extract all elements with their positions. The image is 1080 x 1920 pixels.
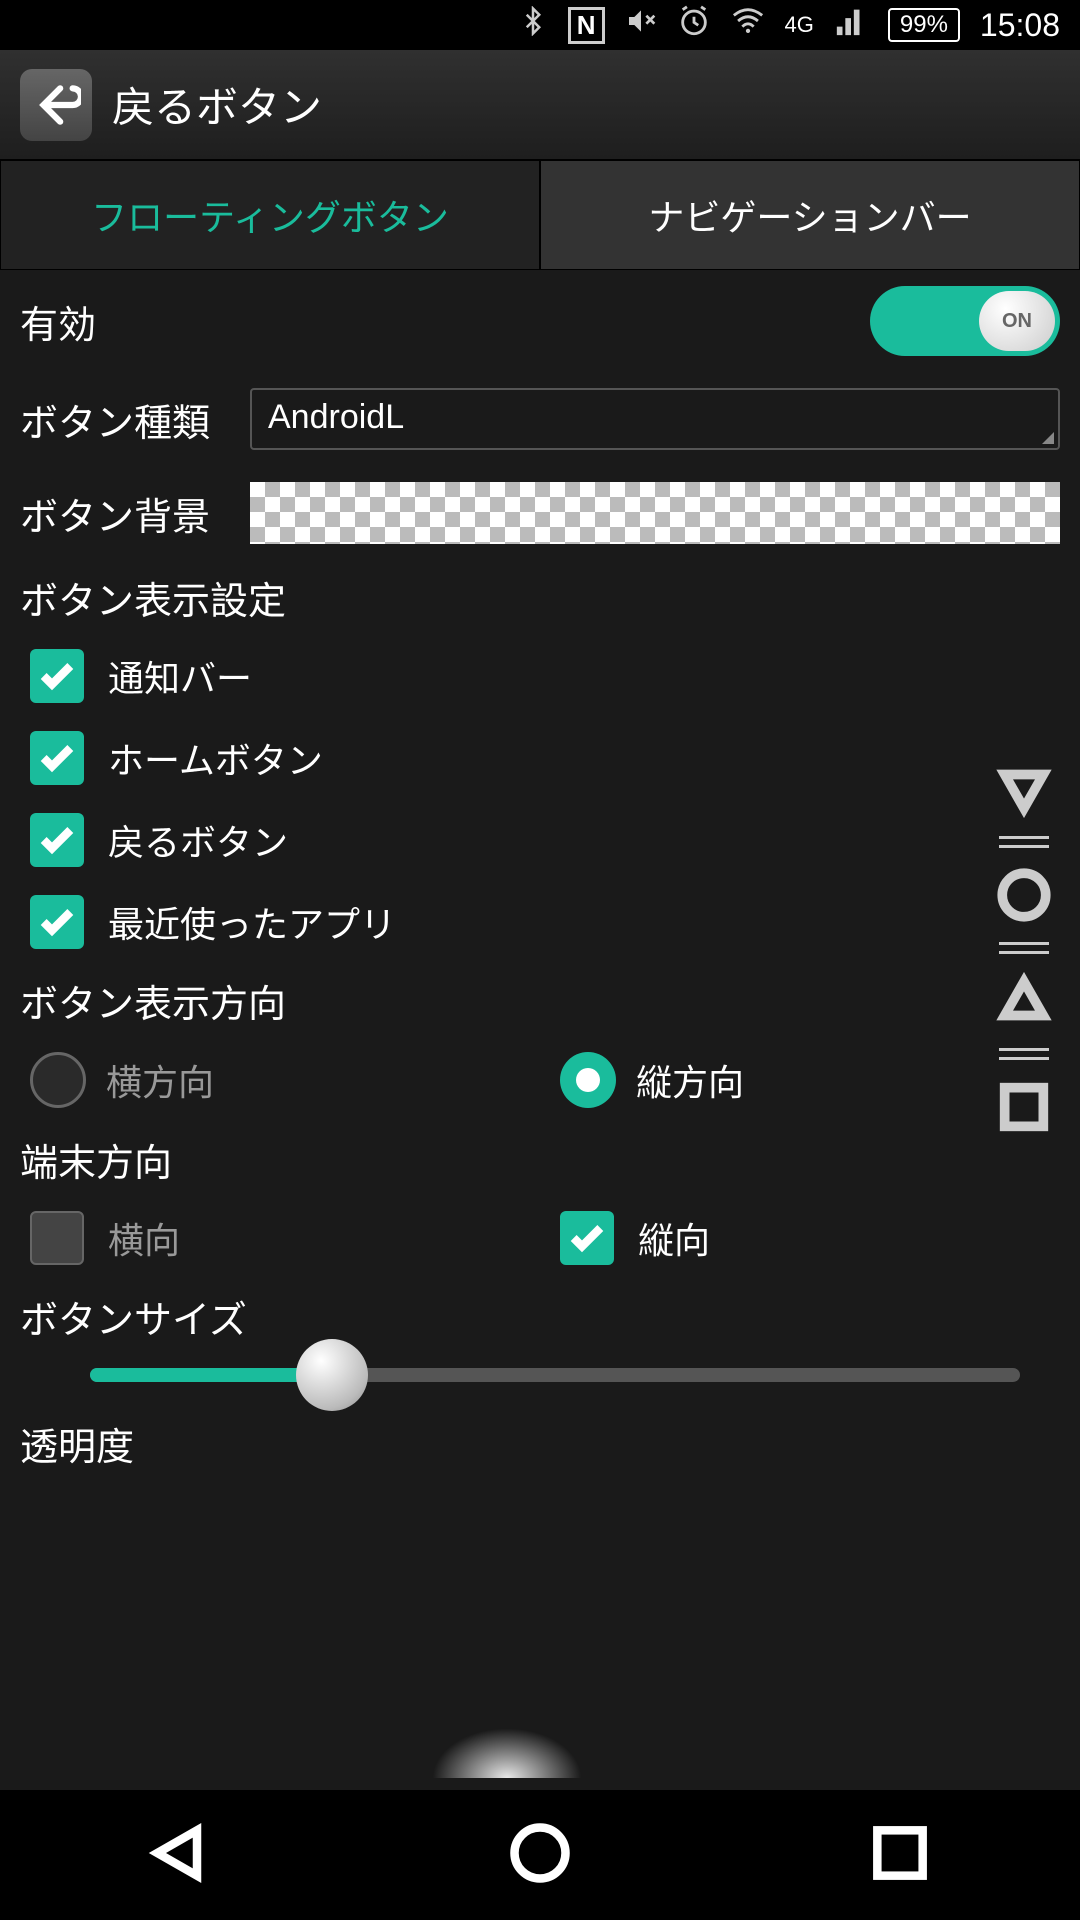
- slider-thumb-peek: [432, 1728, 582, 1778]
- device-dir-row: 横向 縦向: [0, 1197, 1080, 1279]
- checkbox-device-v[interactable]: [560, 1211, 614, 1265]
- slider-thumb[interactable]: [296, 1339, 368, 1411]
- nfc-icon: N: [568, 7, 605, 44]
- row-enabled: 有効 ON: [0, 270, 1080, 372]
- header-bar: 戻るボタン: [0, 50, 1080, 160]
- row-button-background: ボタン背景: [0, 466, 1080, 560]
- row-button-type: ボタン種類 AndroidL: [0, 372, 1080, 466]
- settings-content: 有効 ON ボタン種類 AndroidL ボタン背景 ボタン表示設定 通知バー …: [0, 270, 1080, 1481]
- toggle-knob: ON: [979, 291, 1055, 351]
- vertical-label: 縦方向: [636, 1054, 744, 1106]
- system-back-button[interactable]: [146, 1819, 214, 1892]
- radio-horizontal[interactable]: 横方向: [30, 1052, 520, 1108]
- system-home-button[interactable]: [506, 1819, 574, 1892]
- enabled-toggle[interactable]: ON: [870, 286, 1060, 356]
- floating-recent-square-icon[interactable]: [995, 1078, 1053, 1136]
- divider-icon: [999, 836, 1049, 848]
- size-label: ボタンサイズ: [0, 1279, 1080, 1354]
- tab-floating-button[interactable]: フローティングボタン: [0, 160, 540, 270]
- checkbox-device-h[interactable]: [30, 1211, 84, 1265]
- tabs: フローティングボタン ナビゲーションバー: [0, 160, 1080, 270]
- enabled-label: 有効: [20, 294, 870, 349]
- status-bar: N 4G 99% 15:08: [0, 0, 1080, 50]
- back-button[interactable]: [20, 69, 92, 141]
- home-label: ホームボタン: [108, 732, 323, 784]
- device-dir-label: 端末方向: [0, 1122, 1080, 1197]
- button-bg-label: ボタン背景: [20, 486, 250, 541]
- divider-icon: [999, 1048, 1049, 1060]
- check-row-notify[interactable]: 通知バー: [0, 635, 1080, 717]
- floating-nav-buttons[interactable]: [984, 760, 1064, 1136]
- alarm-icon: [677, 4, 711, 46]
- network-label: 4G: [785, 12, 814, 38]
- home-circle-icon: [506, 1819, 574, 1887]
- notify-label: 通知バー: [108, 650, 252, 702]
- transparency-label: 透明度: [0, 1406, 1080, 1481]
- back-triangle-icon: [146, 1819, 214, 1887]
- mute-icon: [625, 5, 657, 45]
- button-type-select[interactable]: AndroidL: [250, 388, 1060, 450]
- back-label: 戻るボタン: [108, 814, 288, 866]
- page-title: 戻るボタン: [112, 74, 322, 135]
- battery-indicator: 99%: [888, 8, 960, 42]
- system-nav-bar: [0, 1790, 1080, 1920]
- button-type-label: ボタン種類: [20, 392, 250, 447]
- floating-up-triangle-icon[interactable]: [995, 972, 1053, 1030]
- device-vertical[interactable]: 縦向: [520, 1211, 1050, 1265]
- size-slider[interactable]: [90, 1368, 1020, 1382]
- direction-label: ボタン表示方向: [0, 963, 1080, 1038]
- direction-radio-row: 横方向 縦方向: [0, 1038, 1080, 1122]
- check-row-back[interactable]: 戻るボタン: [0, 799, 1080, 881]
- floating-back-triangle-icon[interactable]: [995, 760, 1053, 818]
- check-row-home[interactable]: ホームボタン: [0, 717, 1080, 799]
- horizontal-label: 横方向: [106, 1054, 214, 1106]
- check-row-recent[interactable]: 最近使ったアプリ: [0, 881, 1080, 963]
- checkbox-home[interactable]: [30, 731, 84, 785]
- button-bg-picker[interactable]: [250, 482, 1060, 544]
- signal-icon: [834, 4, 868, 46]
- checkbox-back[interactable]: [30, 813, 84, 867]
- device-v-label: 縦向: [638, 1212, 710, 1264]
- bluetooth-icon: [518, 6, 548, 44]
- recent-label: 最近使ったアプリ: [108, 896, 396, 948]
- device-h-label: 横向: [108, 1212, 180, 1264]
- radio-vertical[interactable]: 縦方向: [520, 1052, 1050, 1108]
- back-arrow-icon: [31, 80, 81, 130]
- system-recent-button[interactable]: [866, 1819, 934, 1892]
- divider-icon: [999, 942, 1049, 954]
- clock: 15:08: [980, 7, 1060, 44]
- tab-navigation-bar[interactable]: ナビゲーションバー: [540, 160, 1080, 270]
- wifi-icon: [731, 4, 765, 46]
- floating-home-circle-icon[interactable]: [995, 866, 1053, 924]
- checkbox-notify[interactable]: [30, 649, 84, 703]
- display-settings-label: ボタン表示設定: [0, 560, 1080, 635]
- size-slider-row: [0, 1354, 1080, 1406]
- device-horizontal[interactable]: 横向: [30, 1211, 520, 1265]
- checkbox-recent[interactable]: [30, 895, 84, 949]
- recent-square-icon: [866, 1819, 934, 1887]
